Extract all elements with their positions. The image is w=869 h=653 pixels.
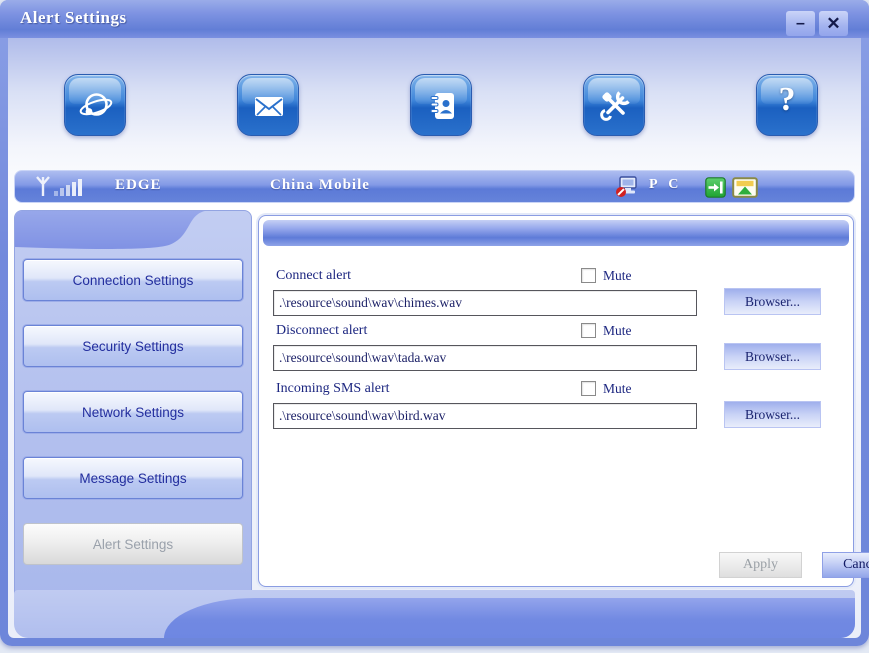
sidebar-item-message-settings[interactable]: Message Settings: [23, 457, 243, 499]
incoming-sms-alert-label: Incoming SMS alert: [276, 381, 390, 396]
network-type-label: EDGE: [115, 177, 162, 193]
alert-settings-panel: Connect alert Mute Browser... Disconnect…: [258, 215, 869, 587]
toolbar-sms-button[interactable]: [237, 74, 299, 136]
disconnect-alert-mute-checkbox[interactable]: [581, 323, 596, 338]
connect-alert-mute-checkbox[interactable]: [581, 268, 596, 283]
toolbar-help-button[interactable]: ?: [756, 74, 818, 136]
mute-label: Mute: [603, 381, 632, 396]
connect-alert-label: Connect alert: [276, 268, 352, 283]
window-title: Alert Settings: [20, 8, 127, 27]
toolbar-connection-button[interactable]: [64, 74, 126, 136]
mute-label: Mute: [603, 268, 632, 283]
alert-settings-window: Alert Settings – ✕ ? EDGE China Mobile P…: [0, 0, 869, 646]
sidebar-item-security-settings[interactable]: Security Settings: [23, 325, 243, 367]
toolbar-settings-button[interactable]: [583, 74, 645, 136]
connect-arrow-icon: [705, 177, 726, 198]
mute-label: Mute: [603, 323, 632, 338]
globe-connection-icon: [79, 93, 113, 116]
signal-strength-icon: [36, 176, 82, 196]
tools-wrench-icon: [600, 91, 630, 121]
sidebar-item-network-settings[interactable]: Network Settings: [23, 391, 243, 433]
pc-disconnected-icon: [616, 176, 637, 197]
question-mark-icon: ?: [778, 81, 796, 118]
envelope-icon: [255, 97, 283, 116]
sidebar-swoosh-decoration: [15, 211, 205, 249]
title-bar: Alert Settings – ✕: [0, 0, 869, 38]
footer-decoration: [14, 590, 855, 638]
panel-header-strip: [263, 220, 849, 246]
status-bar: EDGE China Mobile P C: [14, 170, 855, 203]
connect-alert-path-input[interactable]: [273, 290, 697, 316]
network-mode-icon: [732, 177, 758, 198]
disconnect-alert-browse-button[interactable]: Browser...: [724, 343, 821, 370]
minimize-button[interactable]: –: [786, 11, 815, 36]
incoming-sms-browse-button[interactable]: Browser...: [724, 401, 821, 428]
footer-swoosh-band: [164, 598, 855, 638]
sidebar-navigation: Connection Settings Security Settings Ne…: [14, 210, 252, 602]
connect-alert-browse-button[interactable]: Browser...: [724, 288, 821, 315]
disconnect-alert-path-input[interactable]: [273, 345, 697, 371]
pc-status-label: P C: [649, 177, 683, 192]
disconnect-alert-label: Disconnect alert: [276, 323, 368, 338]
sidebar-item-alert-settings: Alert Settings: [23, 523, 243, 565]
incoming-sms-path-input[interactable]: [273, 403, 697, 429]
cancel-button[interactable]: Cancel: [822, 552, 869, 578]
apply-button: Apply: [719, 552, 802, 578]
phonebook-icon: [430, 93, 454, 119]
toolbar-phonebook-button[interactable]: [410, 74, 472, 136]
operator-label: China Mobile: [270, 177, 370, 193]
close-button[interactable]: ✕: [819, 11, 848, 36]
sidebar-item-connection-settings[interactable]: Connection Settings: [23, 259, 243, 301]
incoming-sms-mute-checkbox[interactable]: [581, 381, 596, 396]
